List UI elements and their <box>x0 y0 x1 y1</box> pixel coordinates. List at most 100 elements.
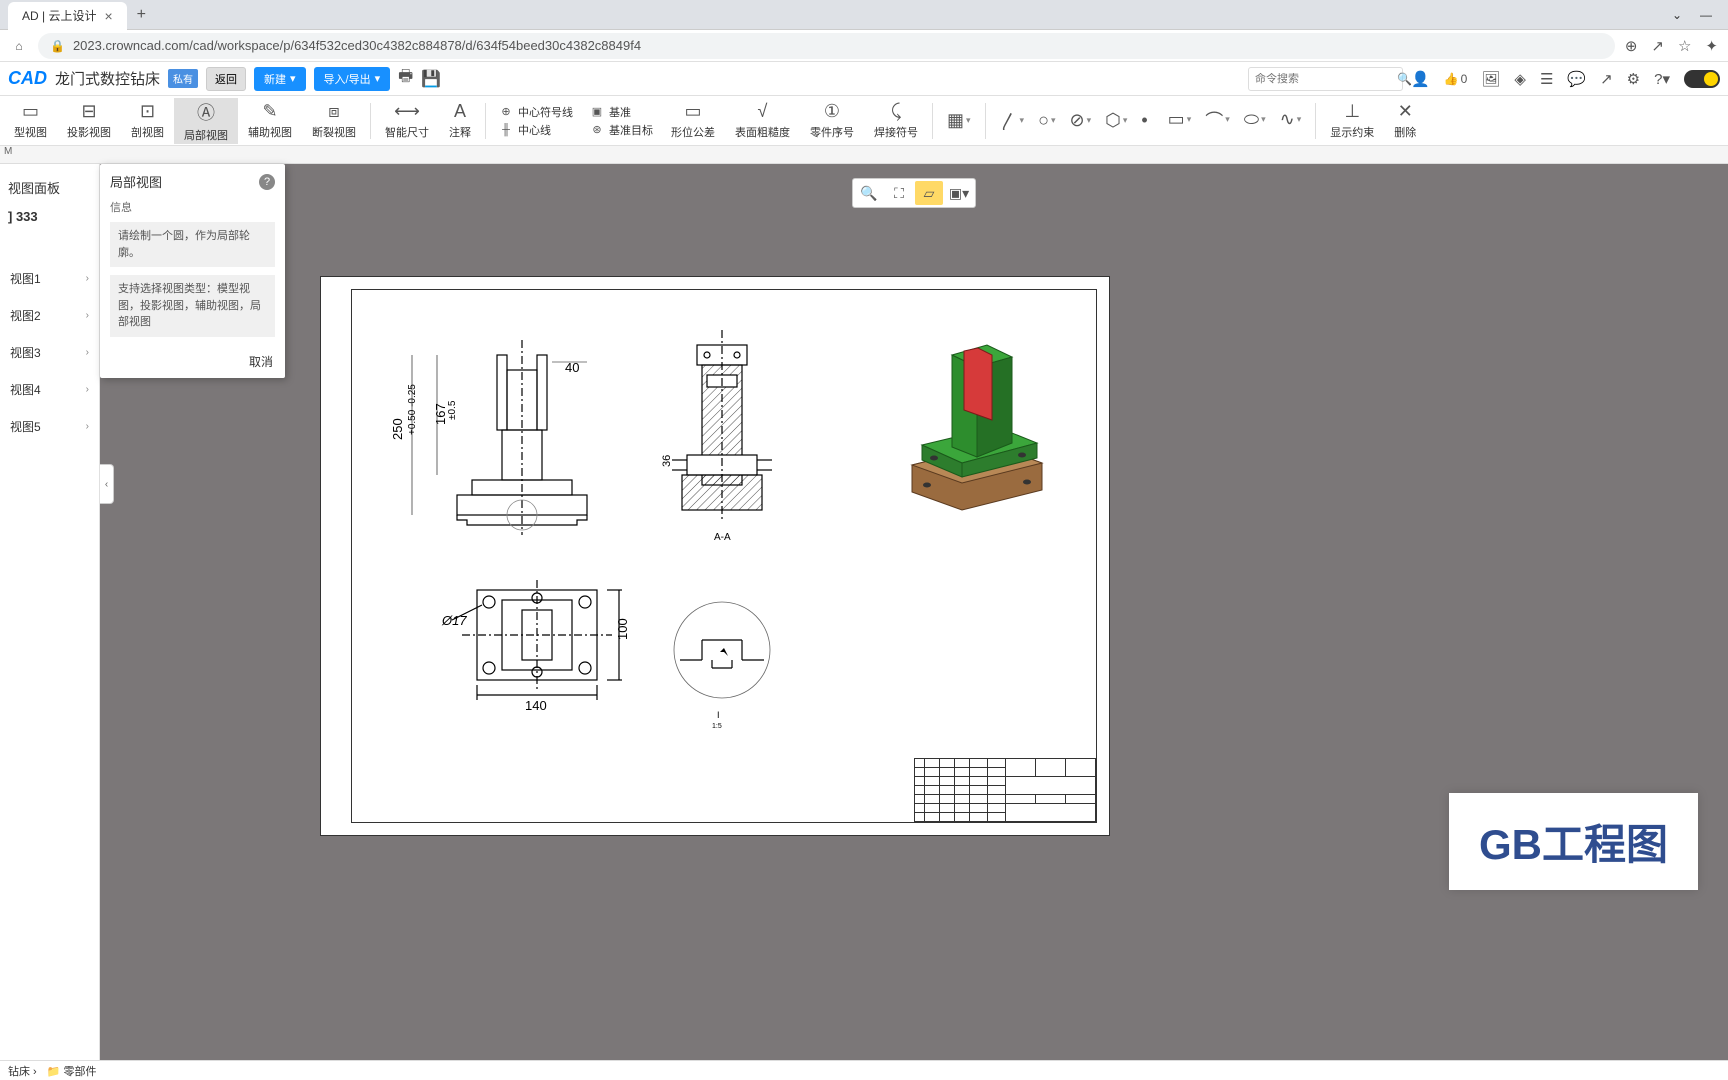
close-icon[interactable]: × <box>104 8 112 24</box>
ribbon-delete[interactable]: ✕删除 <box>1384 98 1426 144</box>
minimize-icon[interactable]: ― <box>1700 8 1712 22</box>
slot-tool[interactable]: ⊘▾ <box>1069 110 1091 131</box>
ribbon-part-no[interactable]: ①零件序号 <box>800 98 864 144</box>
cursor-icon <box>720 648 728 656</box>
ribbon-weld[interactable]: ⤹焊接符号 <box>864 98 928 144</box>
extensions-icon[interactable]: ✦ <box>1705 37 1718 55</box>
cancel-button[interactable]: 取消 <box>100 345 285 378</box>
polygon-tool[interactable]: ⬡▾ <box>1105 110 1127 131</box>
svg-text:140: 140 <box>525 698 547 713</box>
svg-text:A-A: A-A <box>714 532 731 543</box>
centerline-icon: ╫ <box>498 122 514 138</box>
ribbon-roughness[interactable]: √表面粗糙度 <box>725 98 800 144</box>
ribbon-smart-dim[interactable]: ⟷智能尺寸 <box>375 98 439 144</box>
balloon-icon: ① <box>824 101 840 122</box>
new-tab-button[interactable]: + <box>137 6 146 24</box>
ribbon-annotation[interactable]: A注释 <box>439 98 481 144</box>
tree-item-view3[interactable]: 视图3› <box>4 334 95 371</box>
share-icon[interactable]: ↗ <box>1600 70 1613 88</box>
help-icon[interactable]: ?▾ <box>1654 70 1670 88</box>
import-export-button[interactable]: 导入/导出▾ <box>314 67 391 91</box>
rect-tool[interactable]: ▭▾ <box>1168 109 1192 130</box>
theme-toggle[interactable] <box>1684 70 1720 88</box>
section-icon: ⊡ <box>140 101 155 122</box>
point-tool[interactable]: • <box>1141 110 1147 131</box>
chevron-right-icon: › <box>86 310 89 321</box>
ellipse-tool[interactable]: ⬭▾ <box>1244 109 1266 130</box>
ribbon-break-view[interactable]: ⧈断裂视图 <box>302 98 366 144</box>
ribbon-datum[interactable]: ▣基准 <box>589 104 653 120</box>
user-icon[interactable]: 👤 <box>1411 70 1430 88</box>
search-input[interactable] <box>1255 73 1397 85</box>
image-icon[interactable]: 🖼 <box>1481 70 1500 88</box>
url-field[interactable]: 🔒 2023.crowncad.com/cad/workspace/p/634f… <box>38 33 1615 59</box>
svg-text:167: 167 <box>433 403 448 425</box>
sheet-toggle-button[interactable]: ▱ <box>915 181 943 205</box>
ribbon-geo-tol[interactable]: ▭形位公差 <box>661 98 725 144</box>
roughness-icon: √ <box>758 101 768 122</box>
cube-icon[interactable]: ◈ <box>1514 70 1526 88</box>
table-tool[interactable]: ▦▾ <box>947 110 971 131</box>
front-view: 250 +0.50 -0.25 167 ±0.5 40 <box>367 320 627 550</box>
svg-text:±0.5: ±0.5 <box>447 400 458 420</box>
zoom-window-button[interactable]: ⛶ <box>885 181 913 205</box>
svg-text:36: 36 <box>661 455 673 467</box>
circle-tool[interactable]: ○▾ <box>1038 110 1055 131</box>
zoom-icon[interactable]: ⊕ <box>1625 37 1638 55</box>
isometric-view <box>882 315 1062 525</box>
new-button[interactable]: 新建▾ <box>254 67 306 91</box>
datum-target-icon: ⊛ <box>589 122 605 138</box>
breadcrumb-item[interactable]: 钻床 › <box>8 1063 37 1079</box>
breadcrumb-item[interactable]: 📁 零部件 <box>47 1063 97 1079</box>
tree-item-view1[interactable]: 视图1› <box>4 260 95 297</box>
command-search[interactable]: 🔍 <box>1248 67 1403 91</box>
search-icon[interactable]: 🔍 <box>1397 72 1412 86</box>
center-symbol-icon: ⊕ <box>498 104 514 120</box>
url-text: 2023.crowncad.com/cad/workspace/p/634f53… <box>73 38 641 53</box>
detail-view: I 1:5 <box>662 590 792 730</box>
svg-text:Ø17: Ø17 <box>441 613 467 628</box>
drawing-canvas[interactable]: ‹ 🔍 ⛶ ▱ ▣▾ <box>100 164 1728 1060</box>
doc-node[interactable]: ] 333 <box>4 203 95 230</box>
line-tool[interactable]: 〳▾ <box>1000 108 1025 134</box>
spline-tool[interactable]: ∿▾ <box>1280 109 1302 130</box>
ribbon-aux-view[interactable]: ✎辅助视图 <box>238 98 302 144</box>
privacy-badge: 私有 <box>168 69 198 88</box>
ribbon-section-view[interactable]: ⊡剖视图 <box>121 98 174 144</box>
svg-text:250: 250 <box>390 418 405 440</box>
arc-tool[interactable]: ⌒▾ <box>1205 107 1230 133</box>
ribbon-model-view[interactable]: ▭型视图 <box>4 98 57 144</box>
gear-icon[interactable]: ⚙ <box>1627 70 1640 88</box>
collapse-handle[interactable]: ‹ <box>100 464 114 504</box>
model-view-icon: ▭ <box>22 101 39 122</box>
view-options-button[interactable]: ▣▾ <box>945 181 973 205</box>
tree-item-view4[interactable]: 视图4› <box>4 371 95 408</box>
ribbon-center-symbol[interactable]: ⊕中心符号线 <box>498 104 573 120</box>
chat-icon[interactable]: 💬 <box>1567 70 1586 88</box>
help-icon[interactable]: ? <box>259 174 275 190</box>
ribbon-projection-view[interactable]: ⊟投影视图 <box>57 98 121 144</box>
share-icon[interactable]: ↗ <box>1651 37 1664 55</box>
lock-icon: 🔒 <box>50 39 65 53</box>
ribbon-datum-target[interactable]: ⊛基准目标 <box>589 122 653 138</box>
document-title: 龙门式数控钻床 <box>55 68 160 89</box>
chevron-down-icon[interactable]: ⌄ <box>1672 8 1682 22</box>
browser-tab[interactable]: AD | 云上设计 × <box>8 2 127 30</box>
star-icon[interactable]: ☆ <box>1678 37 1691 55</box>
tree-item-view2[interactable]: 视图2› <box>4 297 95 334</box>
ribbon-centerline[interactable]: ╫中心线 <box>498 122 573 138</box>
zoom-fit-button[interactable]: 🔍 <box>855 181 883 205</box>
print-icon[interactable]: 🖶 <box>398 65 413 92</box>
svg-text:40: 40 <box>565 360 579 375</box>
save-icon[interactable]: 💾 <box>421 69 441 89</box>
tree-item-view5[interactable]: 视图5› <box>4 408 95 445</box>
ribbon-local-view[interactable]: Ⓐ局部视图 <box>174 98 238 144</box>
delete-icon: ✕ <box>1398 101 1413 122</box>
floating-view-toolbar: 🔍 ⛶ ▱ ▣▾ <box>852 178 976 208</box>
list-icon[interactable]: ☰ <box>1540 70 1553 88</box>
home-icon[interactable]: ⌂ <box>10 37 28 55</box>
like-button[interactable]: 👍0 <box>1444 72 1468 86</box>
back-button[interactable]: 返回 <box>206 67 246 91</box>
drawing-border: 250 +0.50 -0.25 167 ±0.5 40 <box>351 289 1097 823</box>
ribbon-show-constraints[interactable]: ⊥显示约束 <box>1320 98 1384 144</box>
